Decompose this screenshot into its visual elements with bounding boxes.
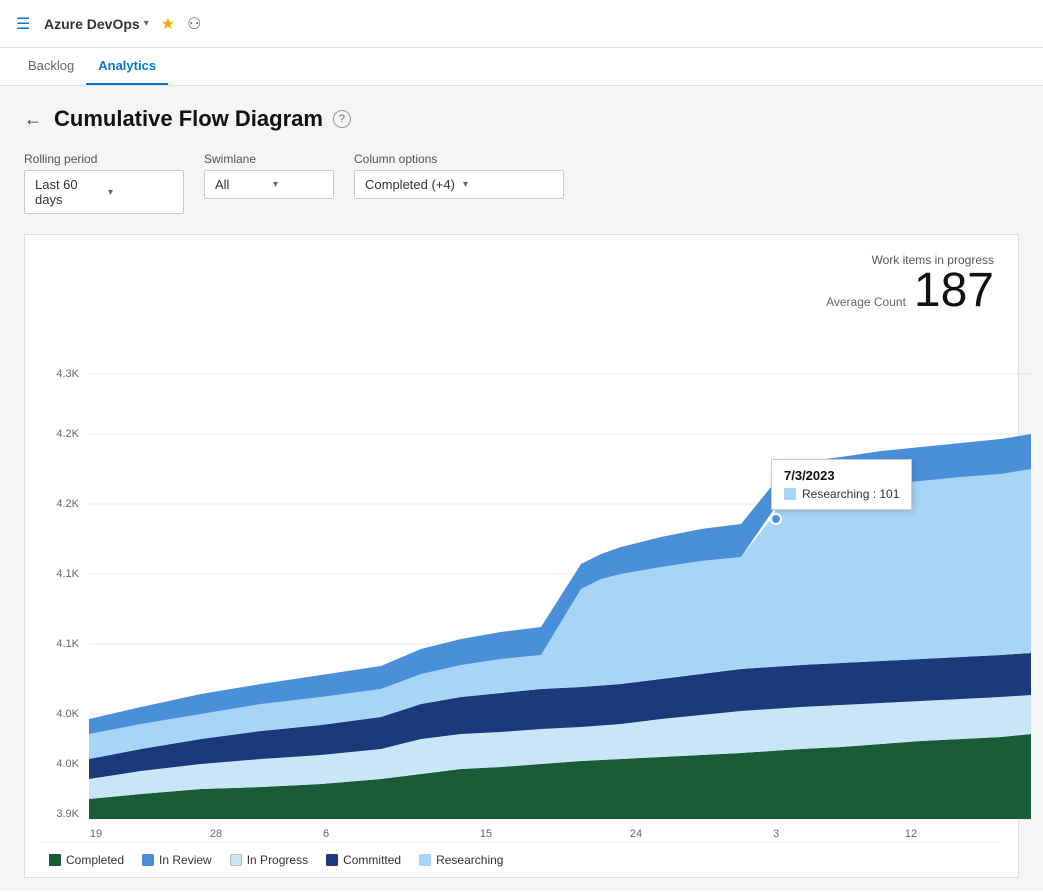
svg-text:3: 3 [773, 828, 779, 839]
rolling-period-label: Rolling period [24, 152, 184, 166]
swimlane-group: Swimlane All ▾ [204, 152, 334, 199]
svg-text:4.1K: 4.1K [56, 568, 79, 580]
filters-row: Rolling period Last 60 days ▾ Swimlane A… [24, 152, 1019, 214]
legend-label-in-review: In Review [159, 853, 212, 867]
menu-icon[interactable]: ☰ [16, 14, 36, 34]
swimlane-chevron-icon: ▾ [273, 179, 323, 190]
swimlane-value: All [215, 177, 265, 192]
legend-dot-in-review [142, 854, 154, 866]
app-title: Azure DevOps [44, 16, 140, 32]
column-options-group: Column options Completed (+4) ▾ [354, 152, 564, 199]
legend-researching: Researching [419, 853, 503, 867]
svg-text:4.0K: 4.0K [56, 708, 79, 720]
legend-label-in-progress: In Progress [247, 853, 308, 867]
stats-label: Work items in progress [41, 253, 994, 267]
chart-svg-wrapper: 4.3K 4.2K 4.2K 4.1K 4.1K 4.0K 4.0K 3.9K [41, 319, 1002, 842]
tab-analytics[interactable]: Analytics [86, 48, 168, 85]
swimlane-label: Swimlane [204, 152, 334, 166]
svg-text:12: 12 [905, 828, 917, 839]
legend-dot-completed [49, 854, 61, 866]
chart-container: Work items in progress Average Count 187… [24, 234, 1019, 878]
legend-label-researching: Researching [436, 853, 503, 867]
nav-tabs: Backlog Analytics [0, 48, 1043, 86]
person-icon[interactable]: ⚇ [187, 14, 201, 34]
legend-dot-researching [419, 854, 431, 866]
page-content: ← Cumulative Flow Diagram ? Rolling peri… [0, 86, 1043, 891]
svg-text:19: 19 [90, 828, 102, 839]
svg-text:3.9K: 3.9K [56, 808, 79, 820]
legend-completed: Completed [49, 853, 124, 867]
svg-text:6: 6 [323, 828, 329, 839]
svg-text:24: 24 [630, 828, 642, 839]
top-bar: ☰ Azure DevOps ▾ ★ ⚇ [0, 0, 1043, 48]
svg-text:4.0K: 4.0K [56, 758, 79, 770]
svg-text:4.2K: 4.2K [56, 498, 79, 510]
legend-in-review: In Review [142, 853, 212, 867]
chart-legend: Completed In Review In Progress Committe… [41, 842, 1002, 877]
swimlane-select[interactable]: All ▾ [204, 170, 334, 199]
column-options-select[interactable]: Completed (+4) ▾ [354, 170, 564, 199]
legend-label-completed: Completed [66, 853, 124, 867]
svg-text:4.3K: 4.3K [56, 368, 79, 380]
rolling-period-group: Rolling period Last 60 days ▾ [24, 152, 184, 214]
app-chevron-icon[interactable]: ▾ [144, 18, 149, 29]
column-options-label: Column options [354, 152, 564, 166]
stats-sublabel: Average Count [826, 295, 906, 309]
rolling-period-chevron-icon: ▾ [108, 187, 173, 198]
chart-svg: 4.3K 4.2K 4.2K 4.1K 4.1K 4.0K 4.0K 3.9K [41, 319, 1036, 839]
svg-text:4.1K: 4.1K [56, 638, 79, 650]
favorite-icon[interactable]: ★ [161, 14, 175, 34]
column-options-chevron-icon: ▾ [463, 179, 553, 190]
svg-text:15: 15 [480, 828, 492, 839]
tooltip-dot [771, 514, 781, 524]
rolling-period-value: Last 60 days [35, 177, 100, 207]
help-icon[interactable]: ? [333, 110, 351, 128]
stats-count: 187 [914, 267, 994, 315]
legend-in-progress: In Progress [230, 853, 308, 867]
legend-dot-committed [326, 854, 338, 866]
legend-label-committed: Committed [343, 853, 401, 867]
rolling-period-select[interactable]: Last 60 days ▾ [24, 170, 184, 214]
legend-dot-in-progress [230, 854, 242, 866]
tab-backlog[interactable]: Backlog [16, 48, 86, 85]
svg-text:28: 28 [210, 828, 222, 839]
back-button[interactable]: ← [24, 109, 42, 130]
column-options-value: Completed (+4) [365, 177, 455, 192]
chart-stats: Work items in progress Average Count 187 [41, 245, 1002, 319]
page-title: Cumulative Flow Diagram [54, 106, 323, 132]
svg-text:4.2K: 4.2K [56, 428, 79, 440]
legend-committed: Committed [326, 853, 401, 867]
page-header: ← Cumulative Flow Diagram ? [24, 106, 1019, 132]
